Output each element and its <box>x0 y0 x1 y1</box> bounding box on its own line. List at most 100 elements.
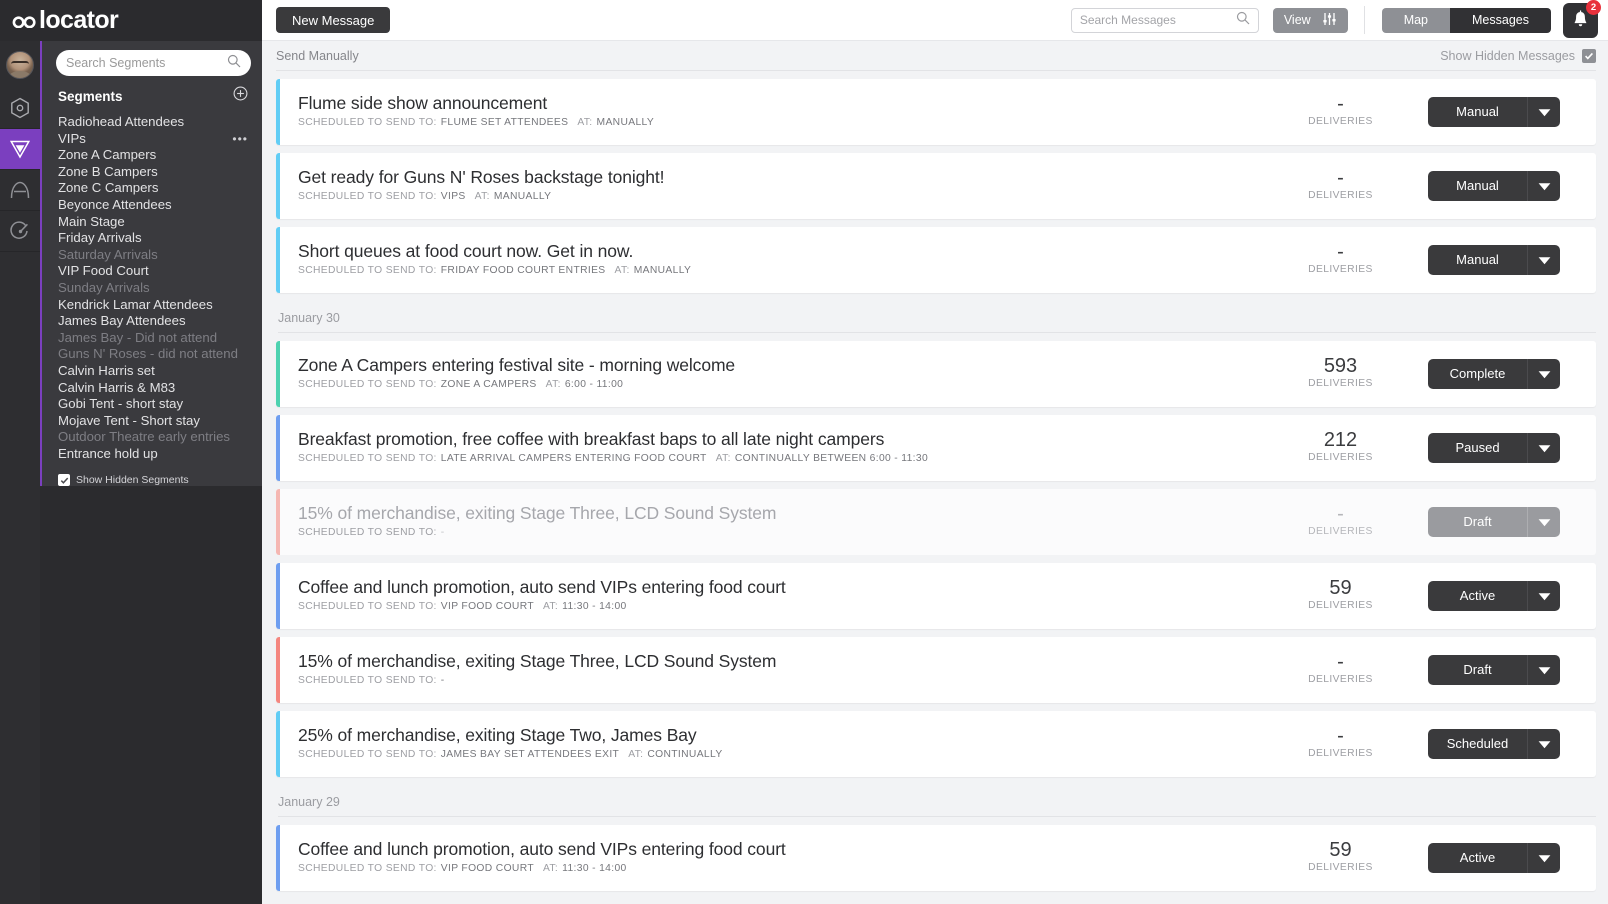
chevron-down-icon[interactable] <box>1527 245 1560 275</box>
show-hidden-segments-label: Show Hidden Segments <box>76 474 189 487</box>
sidebar-item-segment[interactable]: James Bay Attendees <box>58 313 248 330</box>
message-action-cell: Draft <box>1428 489 1596 555</box>
view-button[interactable]: View <box>1272 7 1348 33</box>
message-title: 15% of merchandise, exiting Stage Three,… <box>298 651 777 671</box>
segment-label: Outdoor Theatre early entries <box>58 429 231 445</box>
status-dropdown-button[interactable]: Scheduled <box>1428 729 1560 759</box>
rail-item-compass[interactable] <box>0 211 40 252</box>
search-segments-input[interactable] <box>66 56 227 70</box>
status-dropdown-button[interactable]: Active <box>1428 843 1560 873</box>
status-label: Manual <box>1456 252 1499 267</box>
message-card[interactable]: 25% of merchandise, exiting Stage Two, J… <box>276 711 1596 777</box>
sidebar-bottom-filler <box>40 486 262 904</box>
view-mode-toggle: Map Messages <box>1381 7 1551 33</box>
show-hidden-segments-checkbox[interactable] <box>58 474 70 487</box>
message-card[interactable]: Breakfast promotion, free coffee with br… <box>276 415 1596 481</box>
avatar-container[interactable] <box>0 41 40 88</box>
rail-item-arch[interactable] <box>0 170 40 211</box>
chevron-down-icon[interactable] <box>1527 359 1560 389</box>
messages-scroll-area[interactable]: Flume side show announcement SCHEDULED TO… <box>262 70 1608 904</box>
segments-panel: Segments Radiohead AttendeesVIPs ••• Zone … <box>40 41 262 487</box>
sidebar-item-segment[interactable]: Saturday Arrivals <box>58 247 248 264</box>
sidebar-item-segment[interactable]: Guns N' Roses - did not attend <box>58 346 248 363</box>
sidebar-item-segment[interactable]: Friday Arrivals <box>58 230 248 247</box>
date-rule <box>278 332 1596 333</box>
rail-item-hexagon[interactable] <box>0 88 40 129</box>
sidebar-item-segment[interactable]: James Bay - Did not attend <box>58 330 248 347</box>
chevron-down-icon[interactable] <box>1527 655 1560 685</box>
sidebar-item-segment[interactable]: Zone B Campers <box>58 164 248 181</box>
show-hidden-segments-toggle[interactable]: Show Hidden Segments <box>42 462 262 487</box>
deliveries-block: 212 DELIVERIES <box>1253 415 1428 481</box>
status-dropdown-button[interactable]: Complete <box>1428 359 1560 389</box>
message-card[interactable]: Coffee and lunch promotion, auto send VI… <box>276 563 1596 629</box>
deliveries-count: 59 <box>1329 577 1352 599</box>
segment-label: Kendrick Lamar Attendees <box>58 296 213 312</box>
sidebar-item-segment[interactable]: VIPs ••• <box>58 131 248 148</box>
search-messages-input[interactable] <box>1079 13 1236 27</box>
scheduled-to-label: SCHEDULED TO SEND TO: <box>298 527 437 538</box>
sidebar-item-segment[interactable]: Sunday Arrivals <box>58 280 248 297</box>
message-card[interactable]: Zone A Campers entering festival site - … <box>276 341 1596 407</box>
message-card[interactable]: Flume side show announcement SCHEDULED TO… <box>276 79 1596 145</box>
chevron-down-icon[interactable] <box>1527 581 1560 611</box>
show-hidden-messages-toggle[interactable]: Show Hidden Messages <box>1440 48 1596 63</box>
segment-more-icon[interactable]: ••• <box>232 131 248 148</box>
segment-label: VIP Food Court <box>58 263 149 279</box>
sidebar-item-segment[interactable]: Calvin Harris & M83 <box>58 380 248 397</box>
status-dropdown-button[interactable]: Paused <box>1428 433 1560 463</box>
sidebar-item-segment[interactable]: Outdoor Theatre early entries <box>58 429 248 446</box>
new-message-button[interactable]: New Message <box>276 7 391 33</box>
chevron-down-icon[interactable] <box>1527 843 1560 873</box>
segment-label: Calvin Harris & M83 <box>58 379 176 395</box>
message-card[interactable]: Coffee and lunch promotion, auto send VI… <box>276 825 1596 891</box>
status-dropdown-button[interactable]: Manual <box>1428 245 1560 275</box>
avatar[interactable] <box>6 50 34 79</box>
chevron-down-icon[interactable] <box>1527 507 1560 537</box>
segments-list: Radiohead Attendees VIPs ••• Zone A Campers… <box>42 114 262 462</box>
deliveries-block: 593 DELIVERIES <box>1253 341 1428 407</box>
chevron-down-icon[interactable] <box>1527 433 1560 463</box>
status-dropdown-button[interactable]: Draft <box>1428 655 1560 685</box>
segment-label: Radiohead Attendees <box>58 114 185 129</box>
chevron-down-icon[interactable] <box>1527 729 1560 759</box>
show-hidden-messages-checkbox[interactable] <box>1582 48 1596 63</box>
status-label: Active <box>1459 588 1496 603</box>
status-dropdown-button[interactable]: Active <box>1428 581 1560 611</box>
chevron-down-icon[interactable] <box>1527 171 1560 201</box>
sidebar-item-segment[interactable]: VIP Food Court <box>58 263 248 280</box>
segment-label: Calvin Harris set <box>58 362 155 378</box>
sidebar-item-segment[interactable]: Entrance hold up <box>58 446 248 463</box>
message-segment-value: VIPS <box>440 191 466 202</box>
status-label: Manual <box>1456 178 1499 193</box>
search-segments-box[interactable] <box>56 50 251 76</box>
status-dropdown-button[interactable]: Manual <box>1428 97 1560 127</box>
message-card[interactable]: 15% of merchandise, exiting Stage Three,… <box>276 637 1596 703</box>
segment-label: James Bay Attendees <box>58 313 186 329</box>
notifications-button[interactable]: 2 <box>1563 0 1601 38</box>
message-card[interactable]: 15% of merchandise, exiting Stage Three,… <box>276 489 1596 555</box>
message-meta: SCHEDULED TO SEND TO: - <box>298 675 1253 686</box>
tab-map[interactable]: Map <box>1381 7 1451 33</box>
message-action-cell: Active <box>1428 825 1596 891</box>
sidebar-item-segment[interactable]: Gobi Tent - short stay <box>58 396 248 413</box>
chevron-down-icon[interactable] <box>1527 97 1560 127</box>
sidebar-item-segment[interactable]: Mojave Tent - Short stay <box>58 413 248 430</box>
section-rule <box>276 70 1596 71</box>
sidebar-item-segment[interactable]: Kendrick Lamar Attendees <box>58 297 248 314</box>
sidebar-item-segment[interactable]: Main Stage <box>58 214 248 231</box>
rail-item-funnel[interactable] <box>0 129 40 170</box>
sidebar-item-segment[interactable]: Zone C Campers <box>58 180 248 197</box>
scheduled-to-label: SCHEDULED TO SEND TO: <box>298 601 437 612</box>
sidebar-item-segment[interactable]: Beyonce Attendees <box>58 197 248 214</box>
sidebar-item-segment[interactable]: Radiohead Attendees <box>58 114 248 131</box>
message-card[interactable]: Get ready for Guns N' Roses backstage to… <box>276 153 1596 219</box>
tab-messages[interactable]: Messages <box>1450 7 1551 33</box>
message-card[interactable]: Short queues at food court now. Get in n… <box>276 227 1596 293</box>
search-messages-box[interactable] <box>1070 7 1259 33</box>
status-dropdown-button[interactable]: Manual <box>1428 171 1560 201</box>
status-dropdown-button[interactable]: Draft <box>1428 507 1560 537</box>
sidebar-item-segment[interactable]: Zone A Campers <box>58 147 248 164</box>
sidebar-item-segment[interactable]: Calvin Harris set <box>58 363 248 380</box>
add-segment-button[interactable] <box>233 86 248 106</box>
